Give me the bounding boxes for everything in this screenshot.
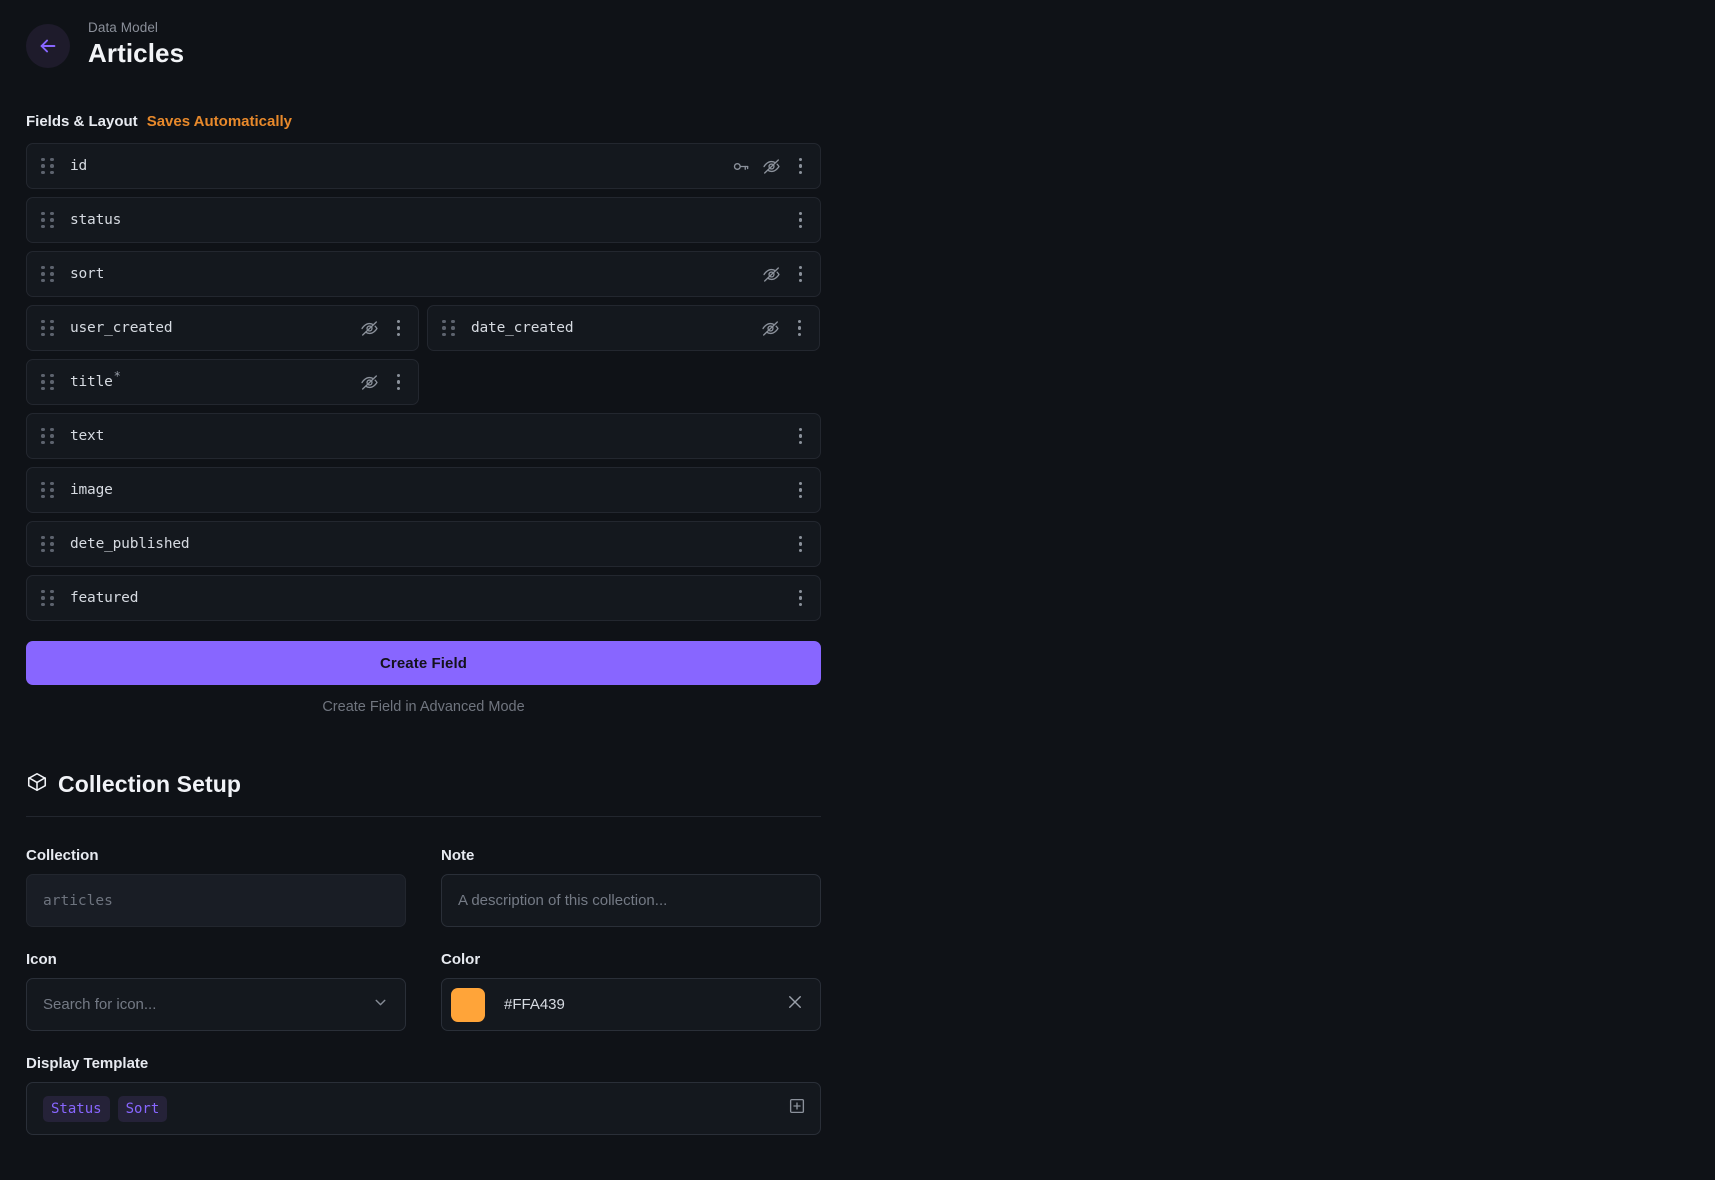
kebab-menu-icon[interactable] [793, 262, 808, 287]
breadcrumb-parent: Data Model [88, 20, 159, 35]
field-row-actions [793, 208, 808, 233]
drag-handle-icon[interactable] [41, 427, 54, 445]
field-row-actions [793, 478, 808, 503]
icon-placeholder: Search for icon... [43, 996, 157, 1014]
note-placeholder: A description of this collection... [458, 892, 668, 910]
kebab-menu-icon[interactable] [792, 316, 807, 341]
field-row[interactable]: title* [26, 359, 419, 406]
icon-label: Icon [26, 951, 57, 969]
collection-field-group: Collection articles [26, 847, 406, 928]
field-name: status [70, 212, 122, 229]
collection-setup-form: Collection articles Note A description o… [26, 847, 821, 1032]
eye-off-icon[interactable] [762, 157, 781, 176]
drag-handle-icon[interactable] [41, 319, 54, 337]
field-name: text [70, 428, 105, 445]
icon-field-group: Icon Search for icon... [26, 951, 406, 1032]
page-header: Data Model Articles [0, 0, 1715, 69]
drag-handle-icon[interactable] [41, 373, 54, 391]
field-row-actions [761, 316, 807, 341]
plus-box-icon[interactable] [788, 1097, 806, 1120]
field-row[interactable]: image [26, 467, 821, 514]
field-row[interactable]: dete_published [26, 521, 821, 568]
field-row[interactable]: sort [26, 251, 821, 298]
field-row-actions [360, 316, 406, 341]
kebab-menu-icon[interactable] [793, 478, 808, 503]
box-icon [26, 771, 48, 798]
eye-off-icon[interactable] [360, 373, 379, 392]
field-row-actions [793, 532, 808, 557]
kebab-menu-icon[interactable] [793, 154, 808, 179]
color-picker[interactable]: #FFA439 [441, 978, 821, 1032]
field-name: date_created [471, 320, 574, 337]
field-name: title* [70, 369, 121, 391]
display-template-label: Display Template [26, 1055, 149, 1073]
fields-section-label: Fields & Layout [26, 113, 138, 131]
field-row[interactable]: date_created [427, 305, 820, 352]
kebab-menu-icon[interactable] [391, 316, 406, 341]
chevron-down-icon[interactable] [372, 994, 389, 1016]
field-row-actions [762, 262, 808, 287]
page-title: Articles [88, 37, 185, 68]
kebab-menu-icon[interactable] [793, 208, 808, 233]
field-name: user_created [70, 320, 173, 337]
display-template-chip[interactable]: Status [43, 1095, 110, 1122]
display-template-group: Display Template Status Sort [26, 1055, 821, 1136]
create-field-advanced-link[interactable]: Create Field in Advanced Mode [26, 699, 821, 715]
drag-handle-icon[interactable] [41, 589, 54, 607]
color-label: Color [441, 951, 481, 969]
create-field-button[interactable]: Create Field [26, 641, 821, 686]
drag-handle-icon[interactable] [442, 319, 455, 337]
drag-handle-icon[interactable] [41, 535, 54, 553]
eye-off-icon[interactable] [761, 319, 780, 338]
drag-handle-icon[interactable] [41, 265, 54, 283]
color-value: #FFA439 [504, 996, 565, 1014]
kebab-menu-icon[interactable] [793, 424, 808, 449]
required-marker: * [113, 369, 121, 384]
field-name: sort [70, 266, 105, 283]
field-name: image [70, 482, 113, 499]
note-input[interactable]: A description of this collection... [441, 874, 821, 928]
key-icon[interactable] [731, 157, 750, 176]
field-name: id [70, 158, 88, 175]
drag-handle-icon[interactable] [41, 481, 54, 499]
kebab-menu-icon[interactable] [793, 532, 808, 557]
field-row[interactable]: status [26, 197, 821, 244]
display-template-input[interactable]: Status Sort [26, 1082, 821, 1136]
drag-handle-icon[interactable] [41, 157, 54, 175]
field-name: dete_published [70, 536, 190, 553]
color-field-group: Color #FFA439 [441, 951, 821, 1032]
kebab-menu-icon[interactable] [793, 586, 808, 611]
eye-off-icon[interactable] [360, 319, 379, 338]
field-row[interactable]: user_created [26, 305, 419, 352]
kebab-menu-icon[interactable] [391, 370, 406, 395]
note-field-group: Note A description of this collection... [441, 847, 821, 928]
arrow-left-icon [37, 35, 59, 57]
display-template-chip[interactable]: Sort [117, 1095, 168, 1122]
eye-off-icon[interactable] [762, 265, 781, 284]
note-label: Note [441, 847, 475, 865]
close-icon[interactable] [786, 993, 804, 1016]
field-row[interactable]: text [26, 413, 821, 460]
color-swatch[interactable] [451, 987, 485, 1022]
field-row-actions [360, 370, 406, 395]
collection-editor-page: Data Model Articles Fields & Layout Save… [0, 0, 1715, 1180]
field-row[interactable]: featured [26, 575, 821, 622]
field-name: featured [70, 590, 139, 607]
collection-name-input: articles [26, 874, 406, 928]
collection-label: Collection [26, 847, 99, 865]
field-row-actions [793, 424, 808, 449]
fields-list: id status sort user_created date_createdtitl… [26, 143, 821, 622]
fields-section-header: Fields & Layout Saves Automatically [0, 113, 1715, 130]
saves-automatically-note: Saves Automatically [146, 113, 293, 131]
field-row-actions [731, 154, 808, 179]
breadcrumb: Data Model Articles [88, 20, 184, 69]
back-button[interactable] [26, 23, 70, 68]
collection-setup-title: Collection Setup [58, 771, 242, 798]
drag-handle-icon[interactable] [41, 211, 54, 229]
field-row[interactable]: id [26, 143, 821, 190]
collection-setup-header: Collection Setup [26, 771, 821, 818]
collection-name-value: articles [43, 892, 113, 909]
icon-select[interactable]: Search for icon... [26, 978, 406, 1032]
field-row-actions [793, 586, 808, 611]
